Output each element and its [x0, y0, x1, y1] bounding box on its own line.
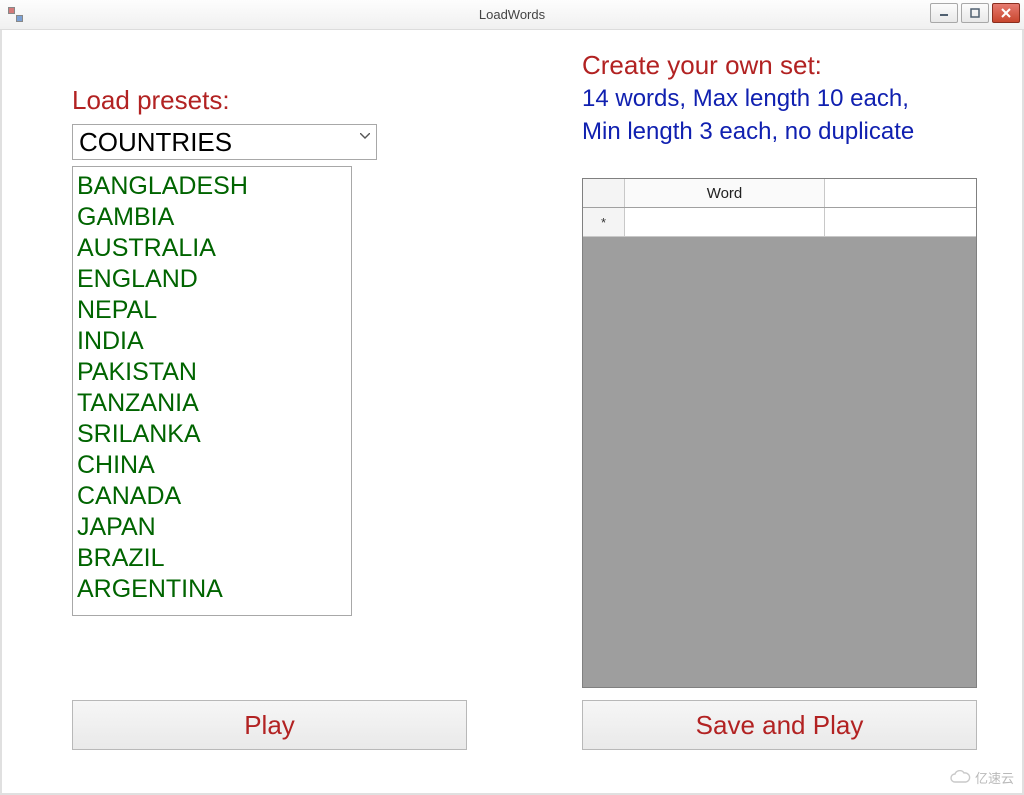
custom-heading: Create your own set: — [582, 50, 977, 81]
word-grid[interactable]: Word * — [582, 178, 977, 688]
list-item[interactable]: AUSTRALIA — [77, 233, 345, 264]
grid-column-header[interactable]: Word — [625, 179, 825, 207]
grid-cell-word[interactable] — [625, 208, 825, 236]
list-item[interactable]: JAPAN — [77, 512, 345, 543]
minimize-icon — [939, 8, 949, 18]
client-area: Load presets: COUNTRIES BANGLADESHGAMBIA… — [0, 30, 1024, 795]
rules-line-2: Min length 3 each, no duplicate — [582, 118, 977, 147]
minimize-button[interactable] — [930, 3, 958, 23]
preset-combobox[interactable]: COUNTRIES — [72, 124, 377, 160]
rules-line-1: 14 words, Max length 10 each, — [582, 85, 977, 114]
cloud-icon — [949, 770, 971, 786]
save-and-play-button-label: Save and Play — [696, 710, 864, 741]
preset-listbox[interactable]: BANGLADESHGAMBIAAUSTRALIAENGLANDNEPALIND… — [72, 166, 352, 616]
list-item[interactable]: GAMBIA — [77, 202, 345, 233]
watermark-text: 亿速云 — [975, 768, 1014, 787]
grid-new-row-marker: * — [583, 208, 625, 236]
play-button[interactable]: Play — [72, 700, 467, 750]
close-icon — [1001, 8, 1011, 18]
window-title: LoadWords — [0, 7, 1024, 22]
maximize-button[interactable] — [961, 3, 989, 23]
watermark: 亿速云 — [949, 768, 1014, 787]
list-item[interactable]: ENGLAND — [77, 264, 345, 295]
preset-panel: Load presets: COUNTRIES BANGLADESHGAMBIA… — [72, 85, 452, 616]
close-button[interactable] — [992, 3, 1020, 23]
list-item[interactable]: SRILANKA — [77, 419, 345, 450]
list-item[interactable]: TANZANIA — [77, 388, 345, 419]
preset-heading: Load presets: — [72, 85, 452, 116]
window-buttons — [930, 3, 1020, 23]
list-item[interactable]: CHINA — [77, 450, 345, 481]
list-item[interactable]: BANGLADESH — [77, 171, 345, 202]
grid-new-row[interactable]: * — [583, 208, 976, 237]
maximize-icon — [970, 8, 980, 18]
list-item[interactable]: NEPAL — [77, 295, 345, 326]
list-item[interactable]: PAKISTAN — [77, 357, 345, 388]
title-bar: LoadWords — [0, 0, 1024, 30]
list-item[interactable]: BRAZIL — [77, 543, 345, 574]
list-item[interactable]: ARGENTINA — [77, 574, 345, 605]
custom-panel: Create your own set: 14 words, Max lengt… — [582, 50, 977, 147]
grid-corner-cell — [583, 179, 625, 207]
play-button-label: Play — [244, 710, 295, 741]
save-and-play-button[interactable]: Save and Play — [582, 700, 977, 750]
list-item[interactable]: CANADA — [77, 481, 345, 512]
list-item[interactable]: INDIA — [77, 326, 345, 357]
preset-combobox-value: COUNTRIES — [79, 127, 232, 158]
chevron-down-icon — [358, 129, 372, 143]
grid-header-row: Word — [583, 179, 976, 208]
